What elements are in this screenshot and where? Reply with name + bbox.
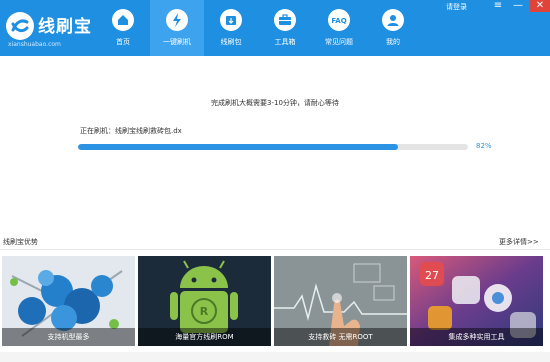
current-flash-label: 正在刷机：线刷宝线刷救砖包.dx bbox=[80, 127, 182, 135]
progress-fill bbox=[78, 144, 398, 150]
app-subtitle: xianshuabao.com bbox=[8, 41, 61, 48]
flash-status-text: 完成刷机大概需要3-10分钟，请耐心等待 bbox=[211, 99, 339, 107]
login-link[interactable]: 请登录 bbox=[446, 2, 467, 12]
progress-percent: 82% bbox=[476, 142, 492, 150]
menu-icon[interactable]: ≡ bbox=[488, 0, 508, 12]
features-title: 线刷宝优势 bbox=[3, 238, 38, 246]
nav-label: 首页 bbox=[116, 38, 130, 46]
card-caption: 支持机型最多 bbox=[2, 328, 135, 346]
user-icon bbox=[382, 9, 404, 31]
nav-label: 一键刷机 bbox=[163, 38, 191, 46]
minimize-button[interactable]: — bbox=[508, 0, 528, 12]
nav-one-click-flash[interactable]: 一键刷机 bbox=[150, 0, 204, 56]
svg-text:27: 27 bbox=[425, 269, 439, 282]
progress-bar bbox=[78, 144, 468, 150]
nav-label: 常见问题 bbox=[325, 38, 353, 46]
nav-faq[interactable]: FAQ 常见问题 bbox=[312, 0, 366, 56]
close-button[interactable]: ✕ bbox=[530, 0, 550, 12]
nav-toolbox[interactable]: 工具箱 bbox=[258, 0, 312, 56]
svg-text:R: R bbox=[200, 305, 209, 318]
svg-text:FAQ: FAQ bbox=[331, 17, 346, 25]
nav-label: 线刷包 bbox=[220, 38, 242, 46]
nav-home[interactable]: 首页 bbox=[96, 0, 150, 56]
card-caption: 海量官方线刷ROM bbox=[138, 328, 271, 346]
section-divider bbox=[0, 249, 550, 250]
nav-user[interactable]: 我的 bbox=[366, 0, 420, 56]
header-bar: 线刷宝 xianshuabao.com 首页 一键刷机 线刷包 工具箱 FAQ … bbox=[0, 0, 550, 56]
feature-card-rom[interactable]: R 海量官方线刷ROM bbox=[138, 256, 271, 346]
toolbox-icon bbox=[274, 9, 296, 31]
card-caption: 支持救砖 无需ROOT bbox=[274, 328, 407, 346]
nav-flash-package[interactable]: 线刷包 bbox=[204, 0, 258, 56]
faq-icon: FAQ bbox=[328, 9, 350, 31]
nav-label: 工具箱 bbox=[274, 38, 296, 46]
feature-card-devices[interactable]: 支持机型最多 bbox=[2, 256, 135, 346]
footer-bar bbox=[0, 352, 550, 362]
nav-label: 我的 bbox=[386, 38, 400, 46]
feature-card-unbrick[interactable]: 支持救砖 无需ROOT bbox=[274, 256, 407, 346]
feature-card-tools[interactable]: 27 集成多种实用工具 bbox=[410, 256, 543, 346]
home-icon bbox=[112, 9, 134, 31]
app-name: 线刷宝 bbox=[38, 17, 92, 37]
card-caption: 集成多种实用工具 bbox=[410, 328, 543, 346]
app-window: 线刷宝 xianshuabao.com 首页 一键刷机 线刷包 工具箱 FAQ … bbox=[0, 0, 550, 362]
lightning-icon bbox=[166, 9, 188, 31]
more-details-link[interactable]: 更多详情>> bbox=[499, 237, 539, 247]
package-download-icon bbox=[220, 9, 242, 31]
logo-icon bbox=[6, 12, 34, 40]
